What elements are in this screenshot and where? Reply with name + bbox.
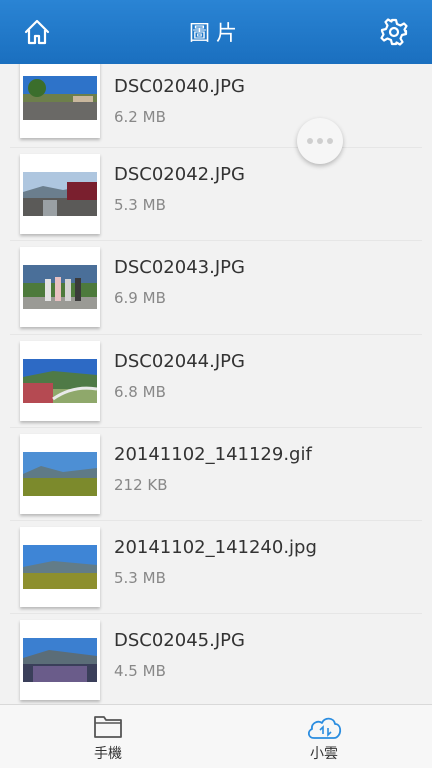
- thumbnail: [20, 64, 100, 138]
- list-item[interactable]: DSC02040.JPG 6.2 MB: [10, 64, 422, 148]
- dot-icon: [327, 138, 333, 144]
- file-size: 212 KB: [114, 475, 168, 494]
- thumbnail: [20, 433, 100, 514]
- thumbnail: [20, 154, 100, 234]
- thumbnail: [20, 247, 100, 328]
- thumbnail: [20, 527, 100, 608]
- list-item[interactable]: DSC02045.JPG 4.5 MB: [10, 614, 422, 704]
- file-list[interactable]: DSC02040.JPG 6.2 MB DSC02042.JPG 5.3 MB: [0, 64, 432, 704]
- file-name: DSC02044.JPG: [114, 350, 245, 372]
- file-name: DSC02042.JPG: [114, 164, 245, 185]
- home-button[interactable]: [22, 17, 52, 47]
- folder-icon: [94, 716, 122, 738]
- file-name: 20141102_141240.jpg: [114, 537, 317, 559]
- tab-label: 手機: [94, 746, 122, 762]
- file-name: DSC02043.JPG: [114, 257, 245, 279]
- dot-icon: [307, 138, 313, 144]
- list-item[interactable]: DSC02043.JPG 6.9 MB: [10, 241, 422, 335]
- gear-icon: [380, 18, 408, 46]
- file-name: DSC02045.JPG: [114, 630, 245, 652]
- bottom-tab-bar: 手機 小雲: [0, 704, 432, 768]
- home-icon: [24, 19, 50, 45]
- list-item[interactable]: 20141102_141129.gif 212 KB: [10, 428, 422, 522]
- file-size: 6.8 MB: [114, 382, 166, 401]
- file-name: 20141102_141129.gif: [114, 443, 312, 465]
- thumbnail: [20, 620, 100, 701]
- file-size: 6.2 MB: [114, 108, 166, 126]
- thumbnail: [20, 340, 100, 421]
- dot-icon: [317, 138, 323, 144]
- app-header: 圖片: [0, 0, 432, 64]
- tab-cloud[interactable]: 小雲: [216, 705, 432, 768]
- list-item[interactable]: DSC02042.JPG 5.3 MB: [10, 148, 422, 242]
- list-item[interactable]: 20141102_141240.jpg 5.3 MB: [10, 521, 422, 615]
- settings-button[interactable]: [379, 17, 409, 47]
- page-title: 圖片: [189, 21, 243, 45]
- file-size: 6.9 MB: [114, 289, 166, 308]
- file-size: 5.3 MB: [114, 196, 166, 214]
- tab-label: 小雲: [310, 746, 338, 762]
- file-size: 5.3 MB: [114, 569, 166, 588]
- file-name: DSC02040.JPG: [114, 76, 245, 97]
- file-size: 4.5 MB: [114, 662, 166, 681]
- list-item[interactable]: DSC02044.JPG 6.8 MB: [10, 335, 422, 428]
- tab-phone[interactable]: 手機: [0, 705, 216, 768]
- more-options-button[interactable]: [297, 118, 343, 164]
- cloud-sync-icon: [307, 717, 342, 739]
